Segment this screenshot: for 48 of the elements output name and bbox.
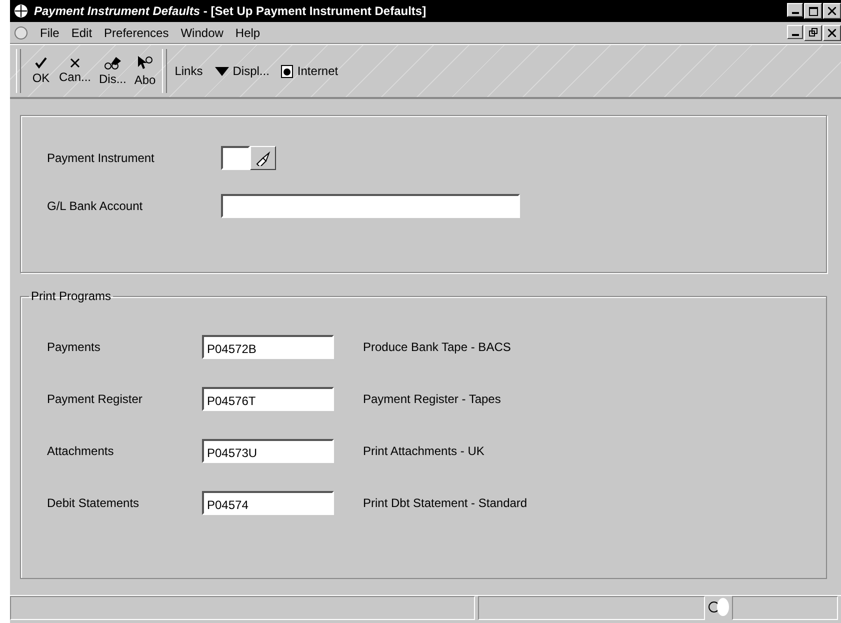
close-button[interactable] [823, 24, 841, 40]
input-field[interactable]: P04572B [202, 335, 334, 359]
program-description: Payment Register - Tapes [363, 392, 501, 406]
menu-item[interactable]: Preferences [104, 26, 169, 40]
input-field[interactable]: P04574 [202, 491, 334, 515]
toolbar-button[interactable]: Can... [55, 58, 96, 84]
input-field[interactable]: P04576T [202, 387, 334, 411]
field-label: Payment Instrument [47, 151, 154, 165]
minimize-icon [792, 12, 798, 14]
lookup-button[interactable] [250, 146, 276, 170]
close-icon [828, 28, 836, 36]
menu-item[interactable]: File [40, 26, 60, 40]
help-pointer-icon [137, 55, 154, 71]
toolbar-link[interactable]: Displ... [210, 64, 274, 78]
group-title: Print Programs [30, 289, 112, 303]
window-title: Payment Instrument Defaults - [Set Up Payment Instrument Defaults] [34, 4, 428, 18]
check-icon [35, 57, 47, 69]
menu-item[interactable]: Edit [71, 26, 92, 40]
field-label: Attachments [47, 444, 114, 458]
program-description: Print Dbt Statement - Standard [363, 496, 528, 510]
toolbar-button[interactable]: Abo [130, 55, 160, 87]
restore-icon [808, 28, 818, 37]
input-field[interactable] [221, 194, 520, 218]
input-field[interactable]: P04573U [202, 439, 334, 463]
field-label: G/L Bank Account [47, 199, 143, 213]
minimize-button[interactable] [787, 24, 803, 38]
triangle-icon [214, 66, 229, 76]
program-description: Produce Bank Tape - BACS [363, 340, 511, 354]
binoculars-icon [104, 56, 122, 70]
program-description: Print Attachments - UK [363, 444, 484, 458]
minimize-button[interactable] [787, 3, 803, 17]
restore-button[interactable] [804, 24, 822, 40]
toolbar-button[interactable]: OK [27, 57, 55, 85]
close-button[interactable] [823, 3, 841, 19]
toolbar-link[interactable]: Internet [277, 64, 342, 78]
minimize-icon [792, 34, 798, 36]
field-label: Payment Register [47, 392, 142, 406]
close-icon [828, 7, 836, 15]
field-label: Debit Statements [47, 496, 140, 510]
field-label: Payments [47, 340, 100, 354]
menu-item[interactable]: Help [235, 26, 260, 40]
toolbar-link[interactable]: Links [170, 64, 207, 78]
maximize-icon [808, 6, 818, 16]
close-icon [70, 58, 80, 68]
maximize-button[interactable] [804, 3, 822, 19]
toolbar-button[interactable]: Dis... [95, 56, 130, 86]
input-field[interactable] [221, 146, 250, 170]
menu-item[interactable]: Window [180, 26, 224, 40]
